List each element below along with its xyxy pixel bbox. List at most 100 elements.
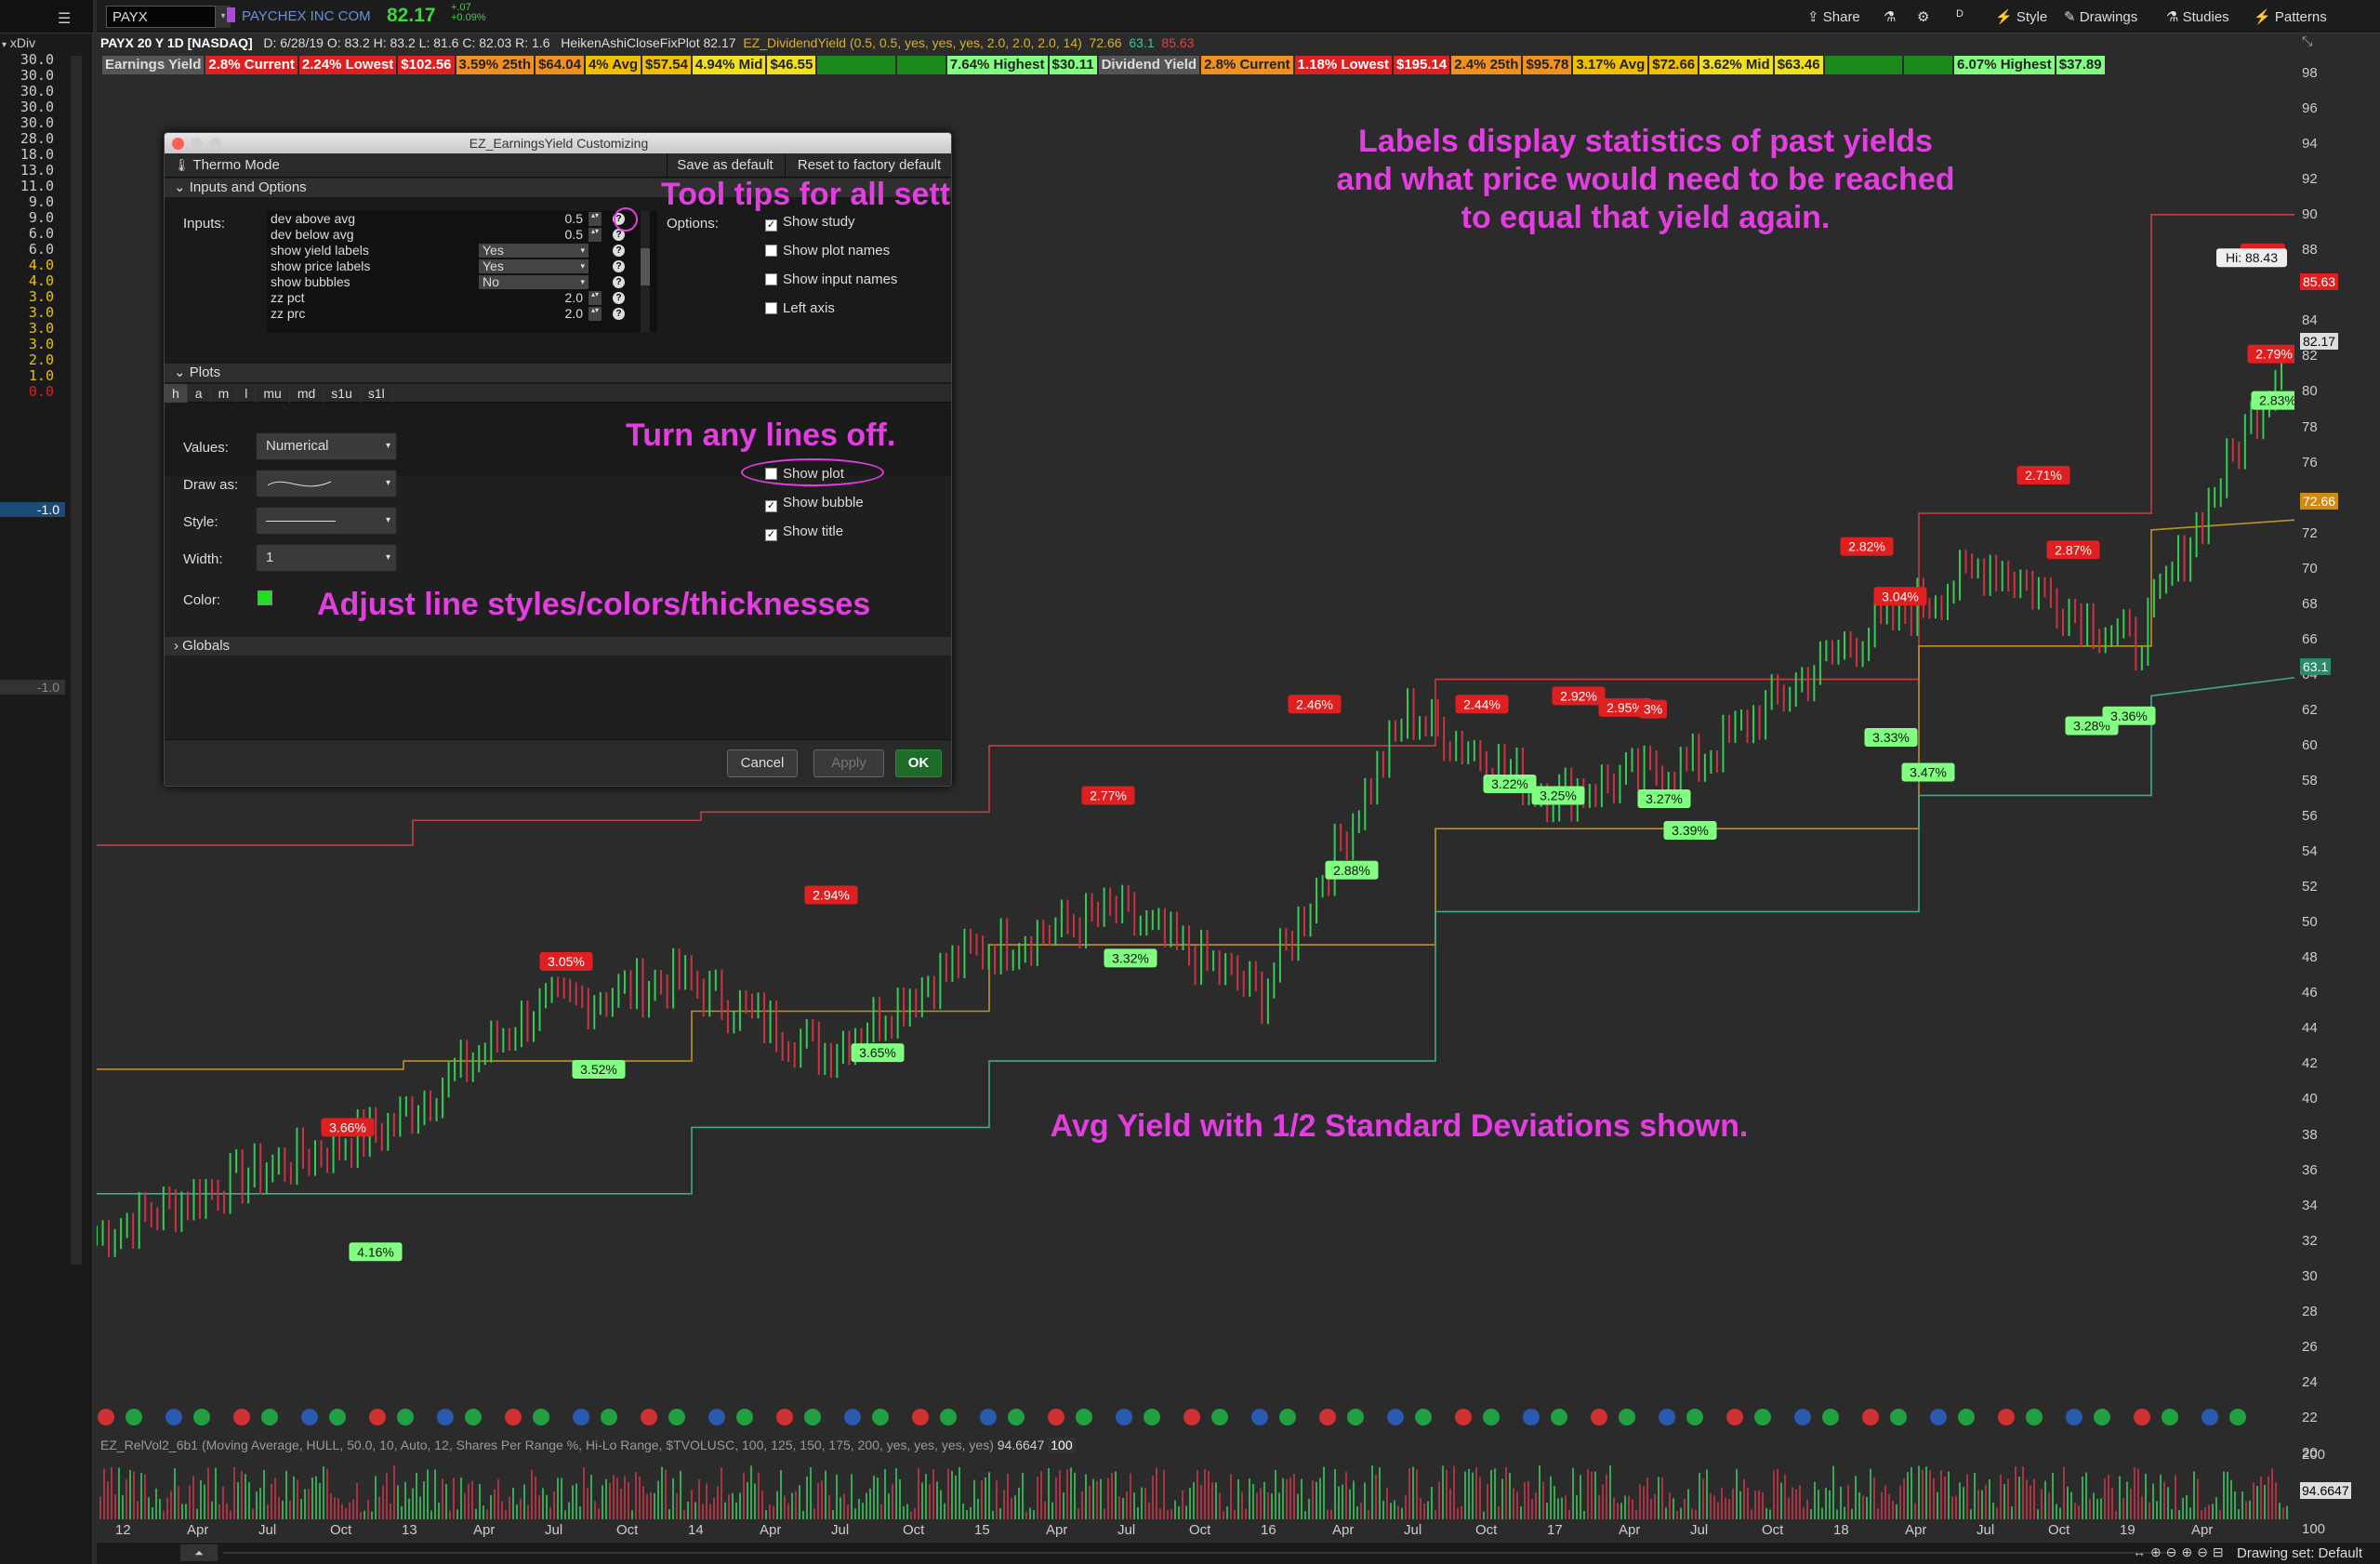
earnings-marker[interactable] [329, 1409, 346, 1425]
save-default-button[interactable]: Save as default [667, 153, 783, 178]
input-select[interactable]: No ▾ [479, 275, 588, 289]
menu-icon[interactable]: ☰ [58, 9, 71, 28]
dividend-marker[interactable] [1659, 1409, 1675, 1425]
option-checkbox[interactable]: Left axis [765, 300, 897, 329]
dividend-marker[interactable] [1251, 1409, 1268, 1425]
xdiv-value[interactable]: 30.0 [0, 52, 60, 68]
earnings-marker[interactable] [1076, 1409, 1092, 1425]
width-dropdown[interactable]: 1 ▾ [256, 544, 397, 572]
dividend-marker[interactable] [98, 1409, 114, 1425]
earnings-marker[interactable] [601, 1409, 617, 1425]
checked-icon[interactable]: ✓ [765, 500, 777, 512]
xdiv-value[interactable]: 3.0 [0, 337, 60, 352]
close-window-icon[interactable] [172, 138, 184, 150]
dividend-marker[interactable] [1794, 1409, 1811, 1425]
plot-tab[interactable]: m [211, 384, 238, 403]
dividend-marker[interactable] [301, 1409, 318, 1425]
earnings-marker[interactable] [1958, 1409, 1975, 1425]
option-checkbox[interactable]: Show plot names [765, 243, 897, 272]
settings-button[interactable]: ⚙ [1917, 8, 1929, 25]
xdiv-value[interactable]: 0.0 [0, 384, 60, 400]
input-value[interactable]: 0.5 [546, 211, 583, 227]
inputs-table[interactable]: dev above avg 0.5 ▴▾? dev below avg 0.5 ▴▾? sh… [267, 211, 657, 332]
earnings-marker[interactable] [1144, 1409, 1160, 1425]
scroll-track[interactable] [71, 56, 82, 1265]
dividend-marker[interactable] [437, 1409, 454, 1425]
help-icon[interactable]: ? [613, 292, 625, 304]
earnings-marker[interactable] [736, 1409, 753, 1425]
input-value[interactable]: 0.5 [546, 227, 583, 243]
dividend-marker[interactable] [369, 1409, 386, 1425]
dividend-marker[interactable] [912, 1409, 929, 1425]
earnings-marker[interactable] [1686, 1409, 1703, 1425]
input-row[interactable]: show yield labels Yes ▾? [267, 243, 657, 258]
dividend-marker[interactable] [1183, 1409, 1200, 1425]
earnings-marker[interactable] [668, 1409, 685, 1425]
dividend-marker[interactable] [573, 1409, 589, 1425]
dividend-marker[interactable] [2066, 1409, 2082, 1425]
plot-tab[interactable]: md [290, 384, 324, 403]
xdiv-value[interactable]: 3.0 [0, 289, 60, 305]
plot-option-checkbox[interactable]: ✓ Show title [765, 524, 864, 552]
checked-icon[interactable]: ✓ [765, 529, 777, 541]
input-value[interactable]: 2.0 [546, 306, 583, 322]
earnings-marker[interactable] [2162, 1409, 2178, 1425]
dividend-marker[interactable] [233, 1409, 250, 1425]
stepper-icon[interactable]: ▴▾ [588, 228, 602, 242]
plot-tab[interactable]: l [237, 384, 257, 403]
xdiv-value[interactable]: 30.0 [0, 99, 60, 115]
time-scrollbar[interactable] [223, 1552, 2175, 1554]
xdiv-value[interactable]: 9.0 [0, 210, 60, 226]
xdiv-value[interactable]: 6.0 [0, 226, 60, 242]
option-checkbox[interactable]: Show input names [765, 272, 897, 300]
volume-pane[interactable] [97, 1456, 2294, 1519]
xdiv-value[interactable]: 9.0 [0, 194, 60, 210]
color-swatch[interactable] [258, 590, 272, 605]
input-row[interactable]: dev above avg 0.5 ▴▾? [267, 211, 657, 227]
date-axis[interactable]: 12 Apr Jul Oct 13 Apr Jul Oct 14 Apr Jul Oct 15 Apr Ju… [97, 1521, 2294, 1542]
zoom-controls[interactable]: ↔⊕⊖⊕⊖⊟ [2133, 1544, 2228, 1560]
dividend-marker[interactable] [1116, 1409, 1132, 1425]
price-axis[interactable]: 9896949290888684828078767472706866646260… [2294, 52, 2380, 1558]
ok-button[interactable]: OK [895, 749, 942, 777]
plot-tab[interactable]: s1l [361, 384, 393, 403]
plot-tab[interactable]: h [165, 384, 188, 403]
line-style-dropdown[interactable]: ▾ [256, 507, 397, 535]
xdiv-value[interactable]: 11.0 [0, 179, 60, 194]
xdiv-value[interactable]: 4.0 [0, 258, 60, 273]
symbol-input[interactable]: PAYX [106, 6, 216, 28]
dividend-marker[interactable] [844, 1409, 861, 1425]
dividend-marker[interactable] [708, 1409, 725, 1425]
dividend-marker[interactable] [1862, 1409, 1879, 1425]
draw-as-dropdown[interactable]: ▾ [256, 470, 397, 497]
dividend-marker[interactable] [1591, 1409, 1607, 1425]
link-icon[interactable] [227, 7, 235, 22]
xdiv-value[interactable]: 6.0 [0, 242, 60, 258]
input-row[interactable]: zz prc 2.0 ▴▾? [267, 306, 657, 322]
plot-tab[interactable]: s1u [324, 384, 361, 403]
minimize-window-icon[interactable] [191, 138, 203, 150]
plot-option-checkbox[interactable]: ✓ Show bubble [765, 495, 864, 524]
xdiv-value[interactable]: 4.0 [0, 273, 60, 289]
timeframe-button[interactable]: D [1956, 8, 1964, 20]
input-row[interactable]: show price labels Yes ▾? [267, 258, 657, 274]
values-dropdown[interactable]: Numerical ▾ [256, 432, 397, 460]
input-select[interactable]: Yes ▾ [479, 259, 588, 273]
help-icon[interactable]: ? [613, 245, 625, 257]
input-row[interactable]: zz pct 2.0 ▴▾? [267, 290, 657, 306]
share-button[interactable]: ⇪ Share [1807, 8, 1860, 25]
earnings-marker[interactable] [1551, 1409, 1567, 1425]
studies-button[interactable]: ⚗ Studies [2166, 8, 2229, 25]
xdiv-value[interactable]: 2.0 [0, 352, 60, 368]
stepper-icon[interactable]: ▴▾ [588, 212, 602, 226]
thermo-mode-button[interactable]: 🌡 Thermo Mode [174, 157, 280, 173]
input-select[interactable]: Yes ▾ [479, 244, 588, 258]
xdiv-value[interactable]: 30.0 [0, 115, 60, 131]
option-checkbox[interactable]: ✓ Show study [765, 214, 897, 243]
unchecked-icon[interactable] [765, 245, 777, 257]
reset-default-button[interactable]: Reset to factory default [785, 153, 951, 178]
cancel-button[interactable]: Cancel [727, 749, 798, 777]
earnings-marker[interactable] [1279, 1409, 1296, 1425]
earnings-marker[interactable] [2094, 1409, 2110, 1425]
dividend-marker[interactable] [1726, 1409, 1743, 1425]
